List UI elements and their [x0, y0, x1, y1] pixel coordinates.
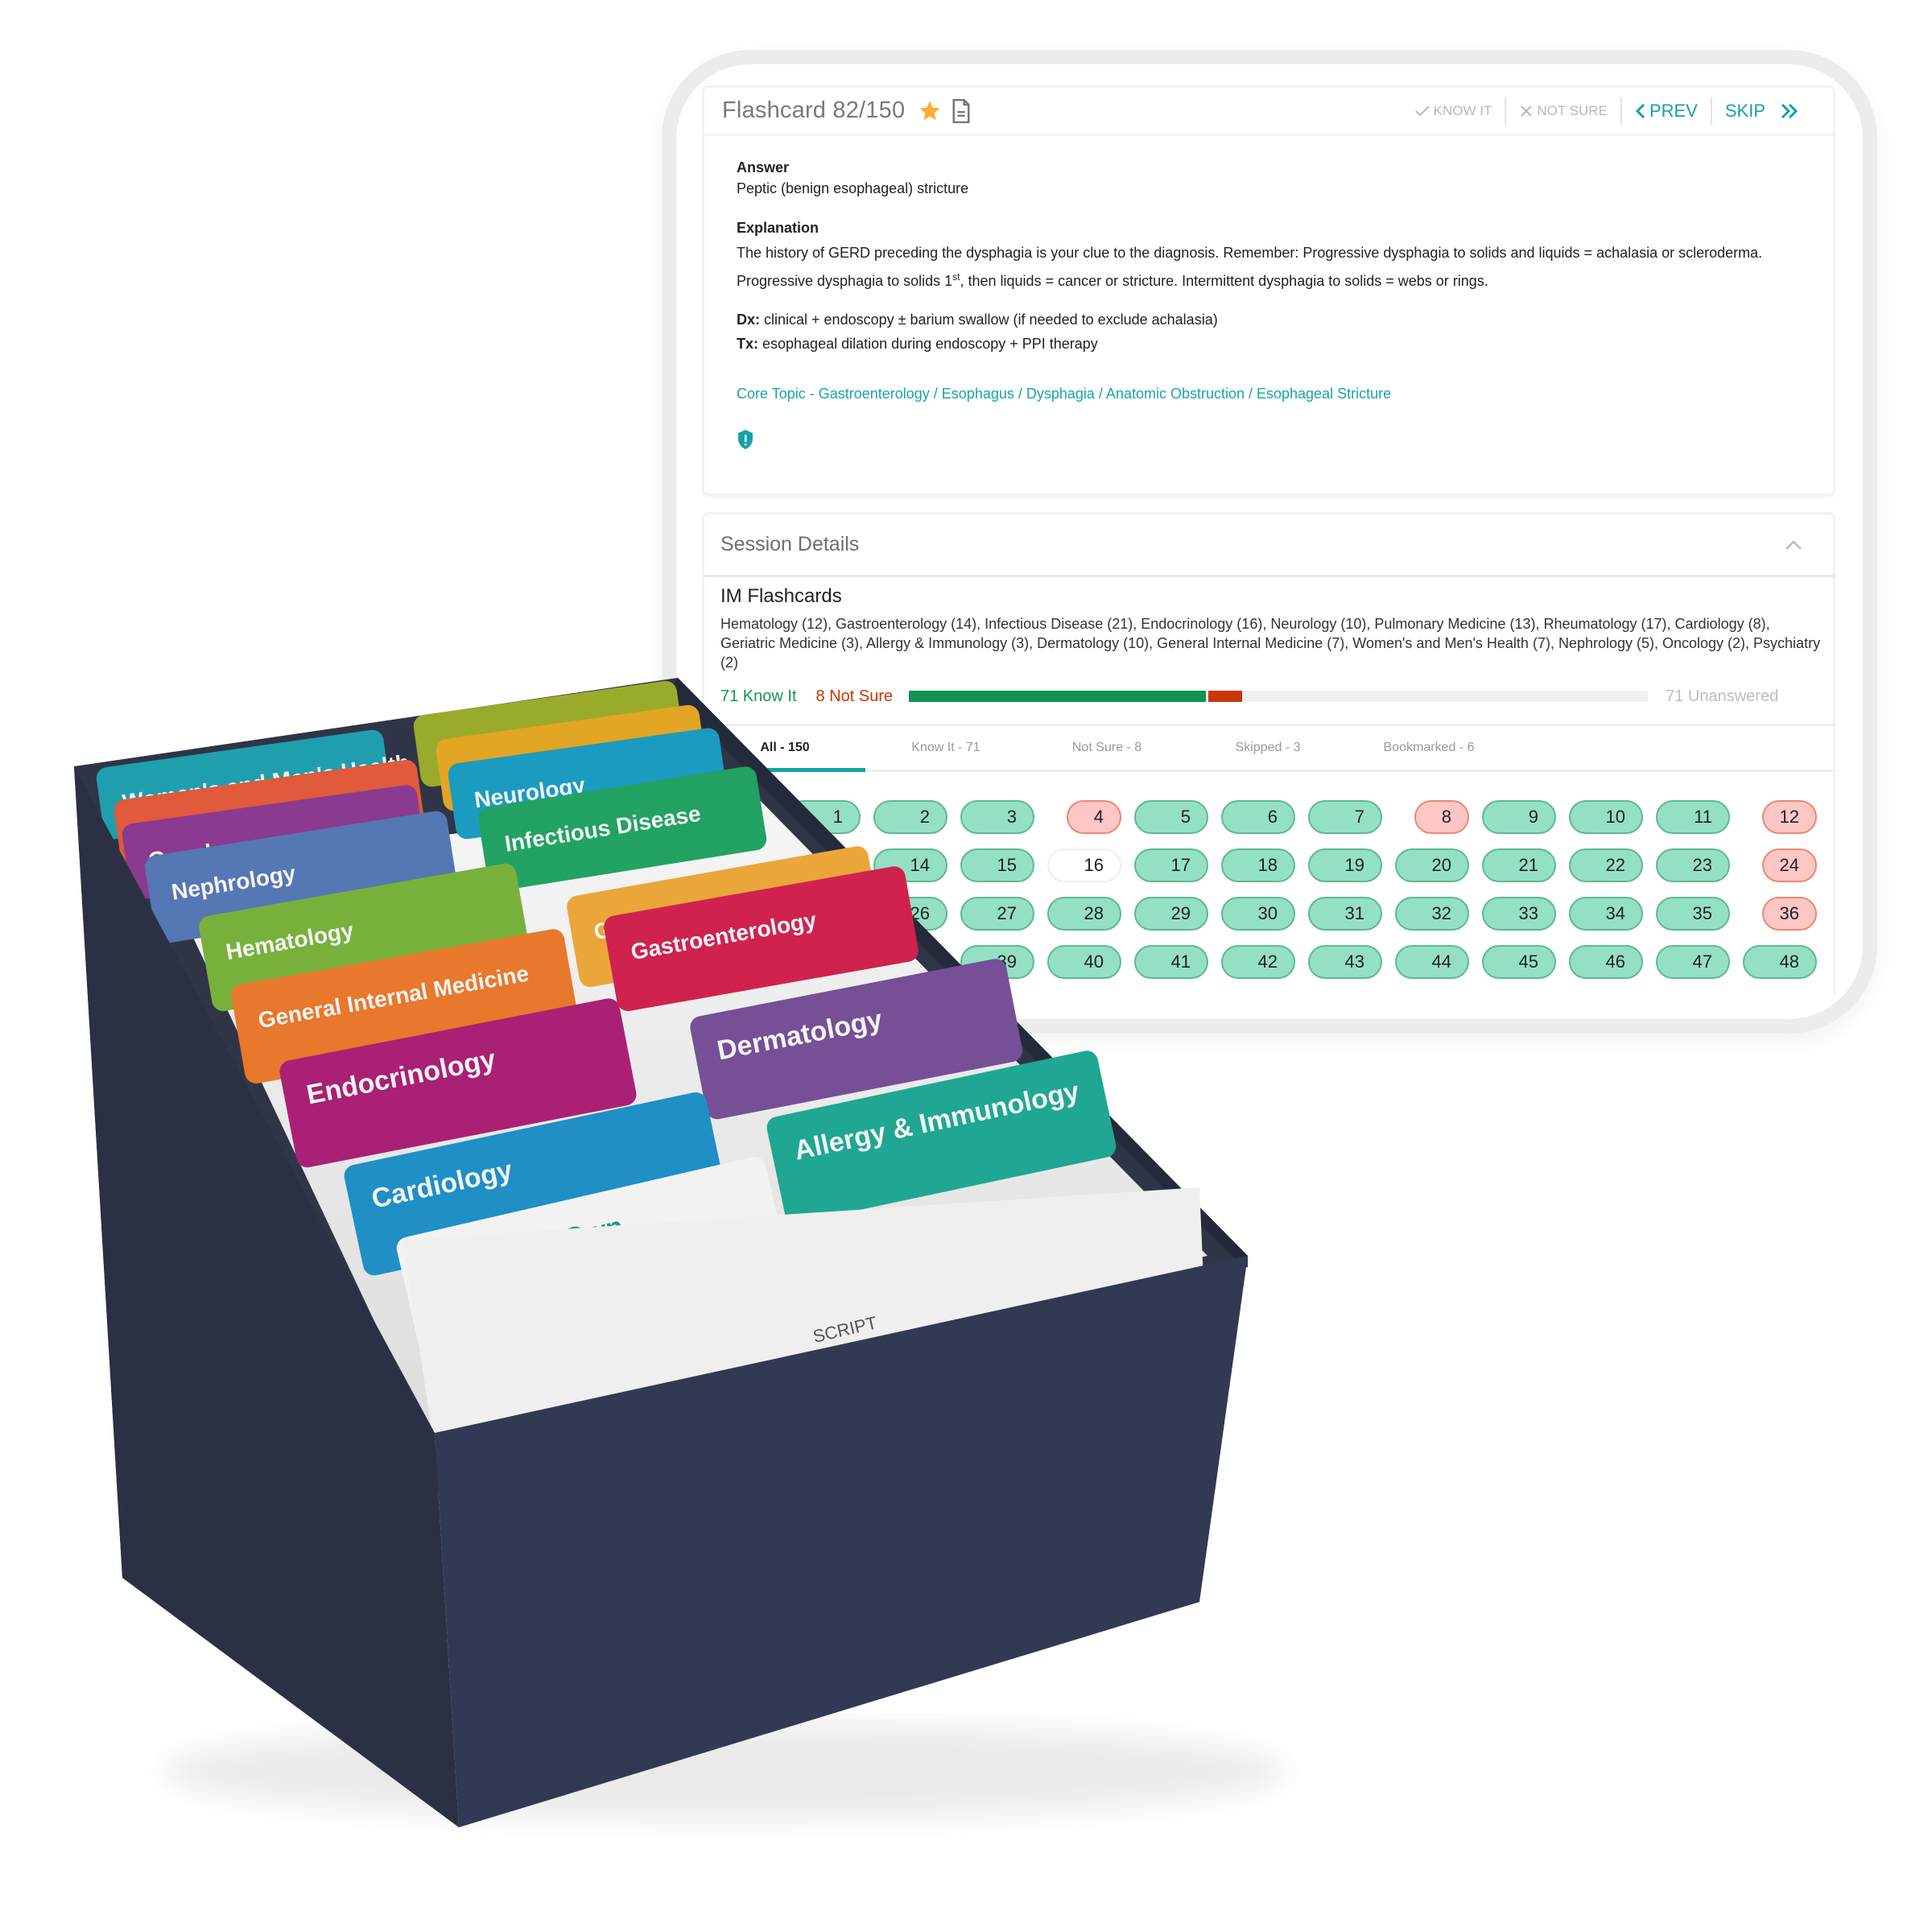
session-details-title: Session Details	[720, 533, 860, 555]
superscript: st	[952, 271, 960, 283]
card-number-pill[interactable]: 15	[960, 848, 1034, 882]
flashcard-actions: KNOW IT NOT SURE PREV SKIP	[1402, 97, 1815, 125]
tab-skipped[interactable]: Skipped - 3	[1187, 726, 1348, 770]
document-icon[interactable]	[952, 98, 971, 123]
card-number-pill[interactable]: 3	[960, 800, 1034, 834]
explanation-label: Explanation	[737, 220, 819, 236]
dx-text: clinical + endoscopy ± barium swallow (i…	[760, 312, 1218, 328]
card-number-pill[interactable]: 41	[1134, 945, 1208, 979]
prev-button[interactable]: PREV	[1622, 97, 1711, 125]
core-topic-link[interactable]: Core Topic - Gastroenterology / Esophagu…	[737, 382, 1801, 407]
card-number-pill[interactable]: 22	[1569, 848, 1643, 882]
answer-label: Answer	[737, 159, 790, 175]
flashcard-body: Answer Peptic (benign esophageal) strict…	[704, 136, 1833, 457]
dx-line: Dx: clinical + endoscopy ± barium swallo…	[737, 308, 1801, 332]
not-sure-count: 8 Not Sure	[815, 687, 894, 705]
card-number-pill[interactable]: 12	[1762, 800, 1817, 834]
card-number-pill[interactable]: 18	[1221, 848, 1295, 882]
app-screen: Flashcard 82/150 KNOW IT NOT SURE PREV S…	[702, 85, 1835, 995]
card-number-pill[interactable]: 24	[1762, 848, 1817, 882]
deck-categories: Hematology (12), Gastroenterology (14), …	[720, 616, 1821, 671]
card-number-pill[interactable]: 30	[1221, 897, 1295, 931]
deck-name: IM Flashcards	[720, 585, 842, 607]
check-icon	[1414, 105, 1430, 116]
card-number-pill[interactable]: 33	[1482, 897, 1556, 931]
card-number-pill[interactable]: 16	[1047, 848, 1121, 882]
flashcard-header: Flashcard 82/150 KNOW IT NOT SURE PREV S…	[704, 88, 1833, 136]
flashcard-panel: Flashcard 82/150 KNOW IT NOT SURE PREV S…	[702, 85, 1835, 496]
card-number-pill[interactable]: 8	[1414, 800, 1469, 834]
prev-label: PREV	[1649, 100, 1698, 121]
card-number-pill[interactable]: 48	[1743, 945, 1817, 979]
tx-label: Tx:	[737, 336, 758, 352]
dx-label: Dx:	[737, 312, 761, 328]
deck-summary: IM Flashcards Hematology (12), Gastroent…	[704, 577, 1833, 709]
answer-text: Peptic (benign esophageal) stricture	[737, 180, 969, 196]
chevron-up-icon[interactable]	[1785, 539, 1802, 551]
progress-know-segment	[909, 691, 1207, 702]
card-number-pill[interactable]: 31	[1308, 897, 1382, 931]
card-number-pill[interactable]: 4	[1067, 800, 1121, 834]
card-number-pill[interactable]: 43	[1308, 945, 1382, 979]
card-number-pill[interactable]: 28	[1047, 897, 1121, 931]
know-it-button[interactable]: KNOW IT	[1402, 97, 1505, 125]
card-number-pill[interactable]: 21	[1482, 848, 1556, 882]
card-number-pill[interactable]: 11	[1656, 800, 1730, 834]
tx-line: Tx: esophageal dilation during endoscopy…	[737, 332, 1801, 356]
card-number-pill[interactable]: 42	[1221, 945, 1295, 979]
card-number-pill[interactable]: 34	[1569, 897, 1643, 931]
card-number-pill[interactable]: 27	[960, 897, 1034, 931]
flashcard-title: Flashcard 82/150	[722, 97, 906, 123]
card-number-pill[interactable]: 19	[1308, 848, 1382, 882]
session-tabs: All - 150 Know It - 71 Not Sure - 8 Skip…	[704, 724, 1833, 772]
card-number-pill[interactable]: 32	[1395, 897, 1469, 931]
card-number-pill[interactable]: 47	[1656, 945, 1730, 979]
card-number-pill[interactable]: 7	[1308, 800, 1382, 834]
tx-text: esophageal dilation during endoscopy + P…	[758, 336, 1098, 352]
star-icon[interactable]	[918, 99, 942, 123]
shield-alert-icon[interactable]	[737, 429, 754, 450]
explanation-text: The history of GERD preceding the dyspha…	[737, 241, 1801, 293]
double-chevron-right-icon	[1781, 103, 1798, 118]
card-number-pill[interactable]: 17	[1134, 848, 1208, 882]
know-it-count: 71 Know It	[720, 687, 797, 705]
card-number-pill[interactable]: 40	[1047, 945, 1121, 979]
progress-bar	[909, 691, 1649, 702]
x-icon	[1521, 105, 1533, 117]
tab-bookmarked[interactable]: Bookmarked - 6	[1348, 726, 1509, 770]
skip-label: SKIP	[1724, 100, 1765, 121]
card-number-pill[interactable]: 10	[1569, 800, 1643, 834]
explanation-part: , then liquids = cancer or stricture. In…	[960, 273, 1488, 289]
progress-row: 71 Know It 8 Not Sure 71 Unanswered	[720, 683, 1817, 709]
card-number-pill[interactable]: 9	[1482, 800, 1556, 834]
know-it-label: KNOW IT	[1433, 102, 1492, 118]
card-number-pill[interactable]: 46	[1569, 945, 1643, 979]
session-details-header[interactable]: Session Details	[704, 514, 1833, 577]
tab-know-it[interactable]: Know It - 71	[865, 726, 1026, 770]
chevron-left-icon	[1635, 103, 1645, 118]
not-sure-label: NOT SURE	[1537, 102, 1608, 118]
progress-not-sure-segment	[1208, 691, 1243, 702]
card-number-pill[interactable]: 5	[1134, 800, 1208, 834]
card-number-pill[interactable]: 23	[1656, 848, 1730, 882]
unanswered-count: 71 Unanswered	[1666, 687, 1779, 705]
card-number-pill[interactable]: 29	[1134, 897, 1208, 931]
not-sure-button[interactable]: NOT SURE	[1506, 97, 1620, 125]
card-number-pill[interactable]: 35	[1656, 897, 1730, 931]
card-number-pill[interactable]: 6	[1221, 800, 1295, 834]
tab-not-sure[interactable]: Not Sure - 8	[1026, 726, 1187, 770]
card-number-pill[interactable]: 2	[873, 800, 947, 834]
card-number-pill[interactable]: 20	[1395, 848, 1469, 882]
card-number-pill[interactable]: 44	[1395, 945, 1469, 979]
card-number-pill[interactable]: 36	[1762, 897, 1817, 931]
card-number-pill[interactable]: 45	[1482, 945, 1556, 979]
skip-button[interactable]: SKIP	[1712, 97, 1815, 125]
